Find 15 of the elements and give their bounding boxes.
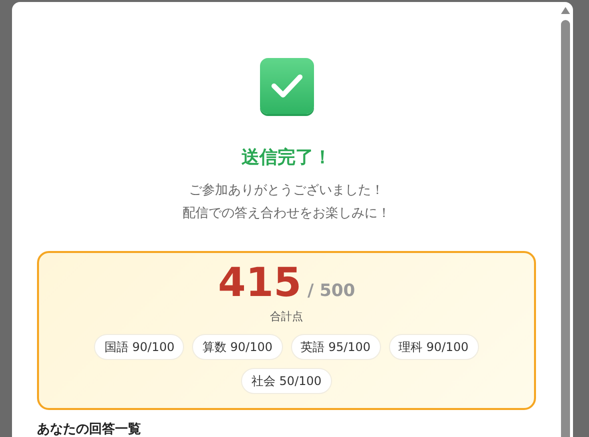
scroll-up-arrow-icon[interactable] xyxy=(561,7,570,14)
subject-score-badge: 社会 50/100 xyxy=(241,368,332,394)
section-heading: あなたの回答一覧 xyxy=(37,420,142,437)
total-score: 415 xyxy=(218,259,302,307)
total-label: 合計点 xyxy=(269,309,304,325)
scrollbar-thumb[interactable] xyxy=(561,20,570,437)
message-line: ご参加ありがとうございました！ xyxy=(188,182,385,200)
subject-score-badge: 英語 95/100 xyxy=(290,334,381,360)
message-line: 配信での答え合わせをお楽しみに！ xyxy=(182,205,392,223)
subject-score-badge: 算数 90/100 xyxy=(192,334,282,360)
max-score: / 500 xyxy=(307,280,356,303)
success-title: 送信完了！ xyxy=(240,146,332,170)
check-icon xyxy=(260,58,314,114)
subject-score-badge: 国語 90/100 xyxy=(94,334,184,360)
subject-score-badge: 理科 90/100 xyxy=(388,334,479,360)
